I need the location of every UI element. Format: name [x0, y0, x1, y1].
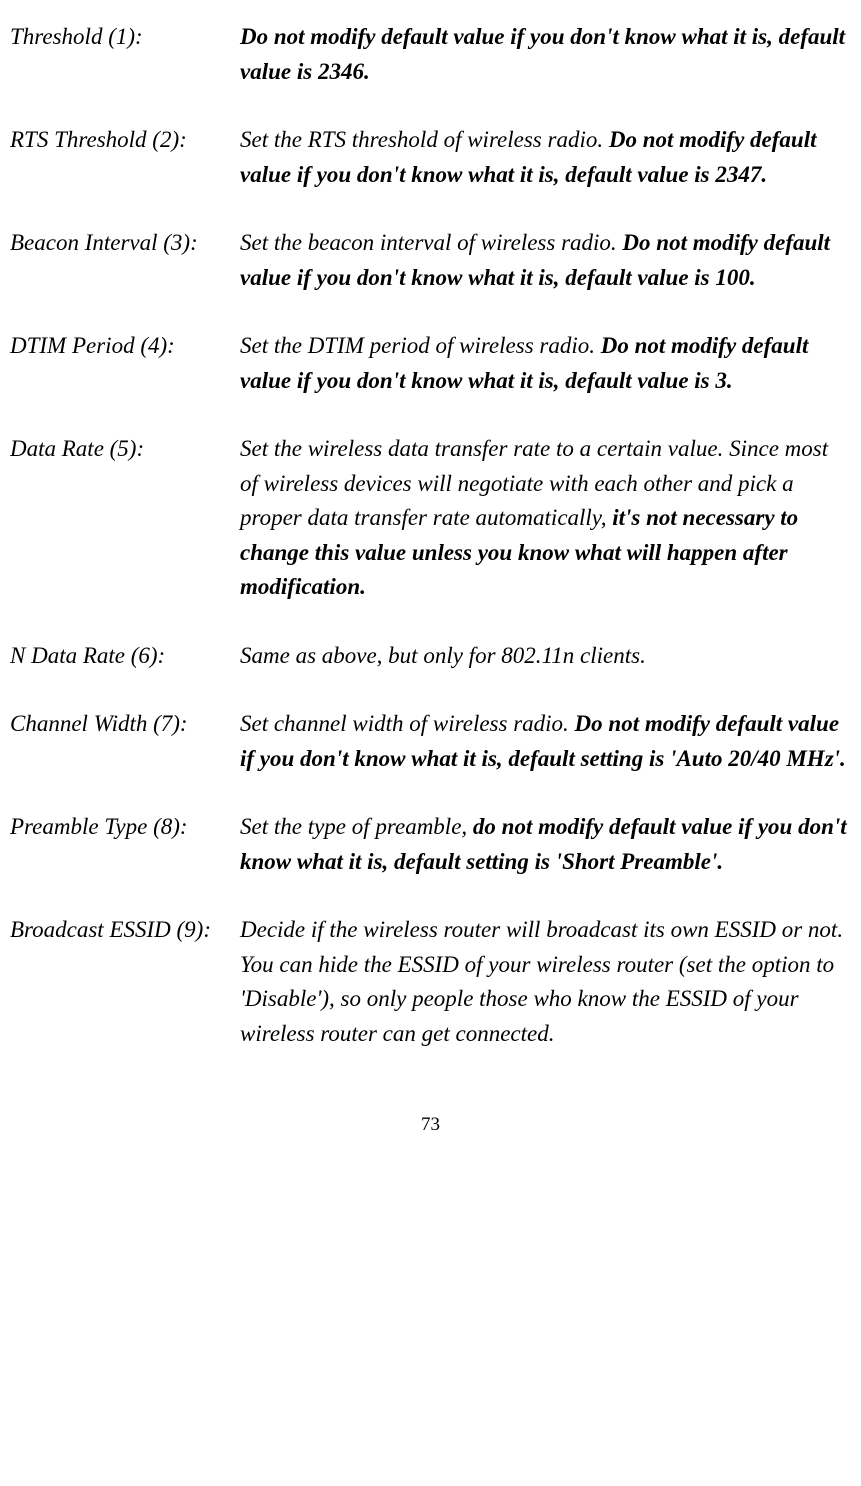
- desc-channel-width: Set channel width of wireless radio. Do …: [240, 707, 851, 776]
- desc-preamble-type: Set the type of preamble, do not modify …: [240, 810, 851, 879]
- entry-broadcast-essid: Broadcast ESSID (9): Decide if the wirel…: [10, 913, 851, 1051]
- text-normal: Decide if the wireless router will broad…: [240, 917, 843, 1046]
- entry-dtim-period: DTIM Period (4): Set the DTIM period of …: [10, 329, 851, 398]
- desc-broadcast-essid: Decide if the wireless router will broad…: [240, 913, 851, 1051]
- desc-rts-threshold: Set the RTS threshold of wireless radio.…: [240, 123, 851, 192]
- text-bold: Do not modify default value if you don't…: [240, 24, 845, 84]
- entry-preamble-type: Preamble Type (8): Set the type of pream…: [10, 810, 851, 879]
- text-normal: Set channel width of wireless radio.: [240, 711, 575, 736]
- text-normal: Set the DTIM period of wireless radio.: [240, 333, 601, 358]
- label-rts-threshold: RTS Threshold (2):: [10, 123, 240, 192]
- entry-rts-threshold: RTS Threshold (2): Set the RTS threshold…: [10, 123, 851, 192]
- label-dtim-period: DTIM Period (4):: [10, 329, 240, 398]
- document-body: Threshold (1): Do not modify default val…: [10, 20, 851, 1051]
- label-data-rate: Data Rate (5):: [10, 432, 240, 605]
- entry-n-data-rate: N Data Rate (6): Same as above, but only…: [10, 639, 851, 674]
- desc-beacon-interval: Set the beacon interval of wireless radi…: [240, 226, 851, 295]
- desc-threshold: Do not modify default value if you don't…: [240, 20, 851, 89]
- label-preamble-type: Preamble Type (8):: [10, 810, 240, 879]
- entry-beacon-interval: Beacon Interval (3): Set the beacon inte…: [10, 226, 851, 295]
- text-normal: Set the beacon interval of wireless radi…: [240, 230, 622, 255]
- label-threshold: Threshold (1):: [10, 20, 240, 89]
- label-beacon-interval: Beacon Interval (3):: [10, 226, 240, 295]
- desc-data-rate: Set the wireless data transfer rate to a…: [240, 432, 851, 605]
- label-channel-width: Channel Width (7):: [10, 707, 240, 776]
- text-normal: Set the RTS threshold of wireless radio.: [240, 127, 609, 152]
- text-normal: Set the type of preamble,: [240, 814, 473, 839]
- text-normal: Same as above, but only for 802.11n clie…: [240, 643, 646, 668]
- entry-data-rate: Data Rate (5): Set the wireless data tra…: [10, 432, 851, 605]
- entry-channel-width: Channel Width (7): Set channel width of …: [10, 707, 851, 776]
- desc-dtim-period: Set the DTIM period of wireless radio. D…: [240, 329, 851, 398]
- label-n-data-rate: N Data Rate (6):: [10, 639, 240, 674]
- entry-threshold: Threshold (1): Do not modify default val…: [10, 20, 851, 89]
- desc-n-data-rate: Same as above, but only for 802.11n clie…: [240, 639, 851, 674]
- label-broadcast-essid: Broadcast ESSID (9):: [10, 913, 240, 1051]
- page-number: 73: [10, 1111, 851, 1140]
